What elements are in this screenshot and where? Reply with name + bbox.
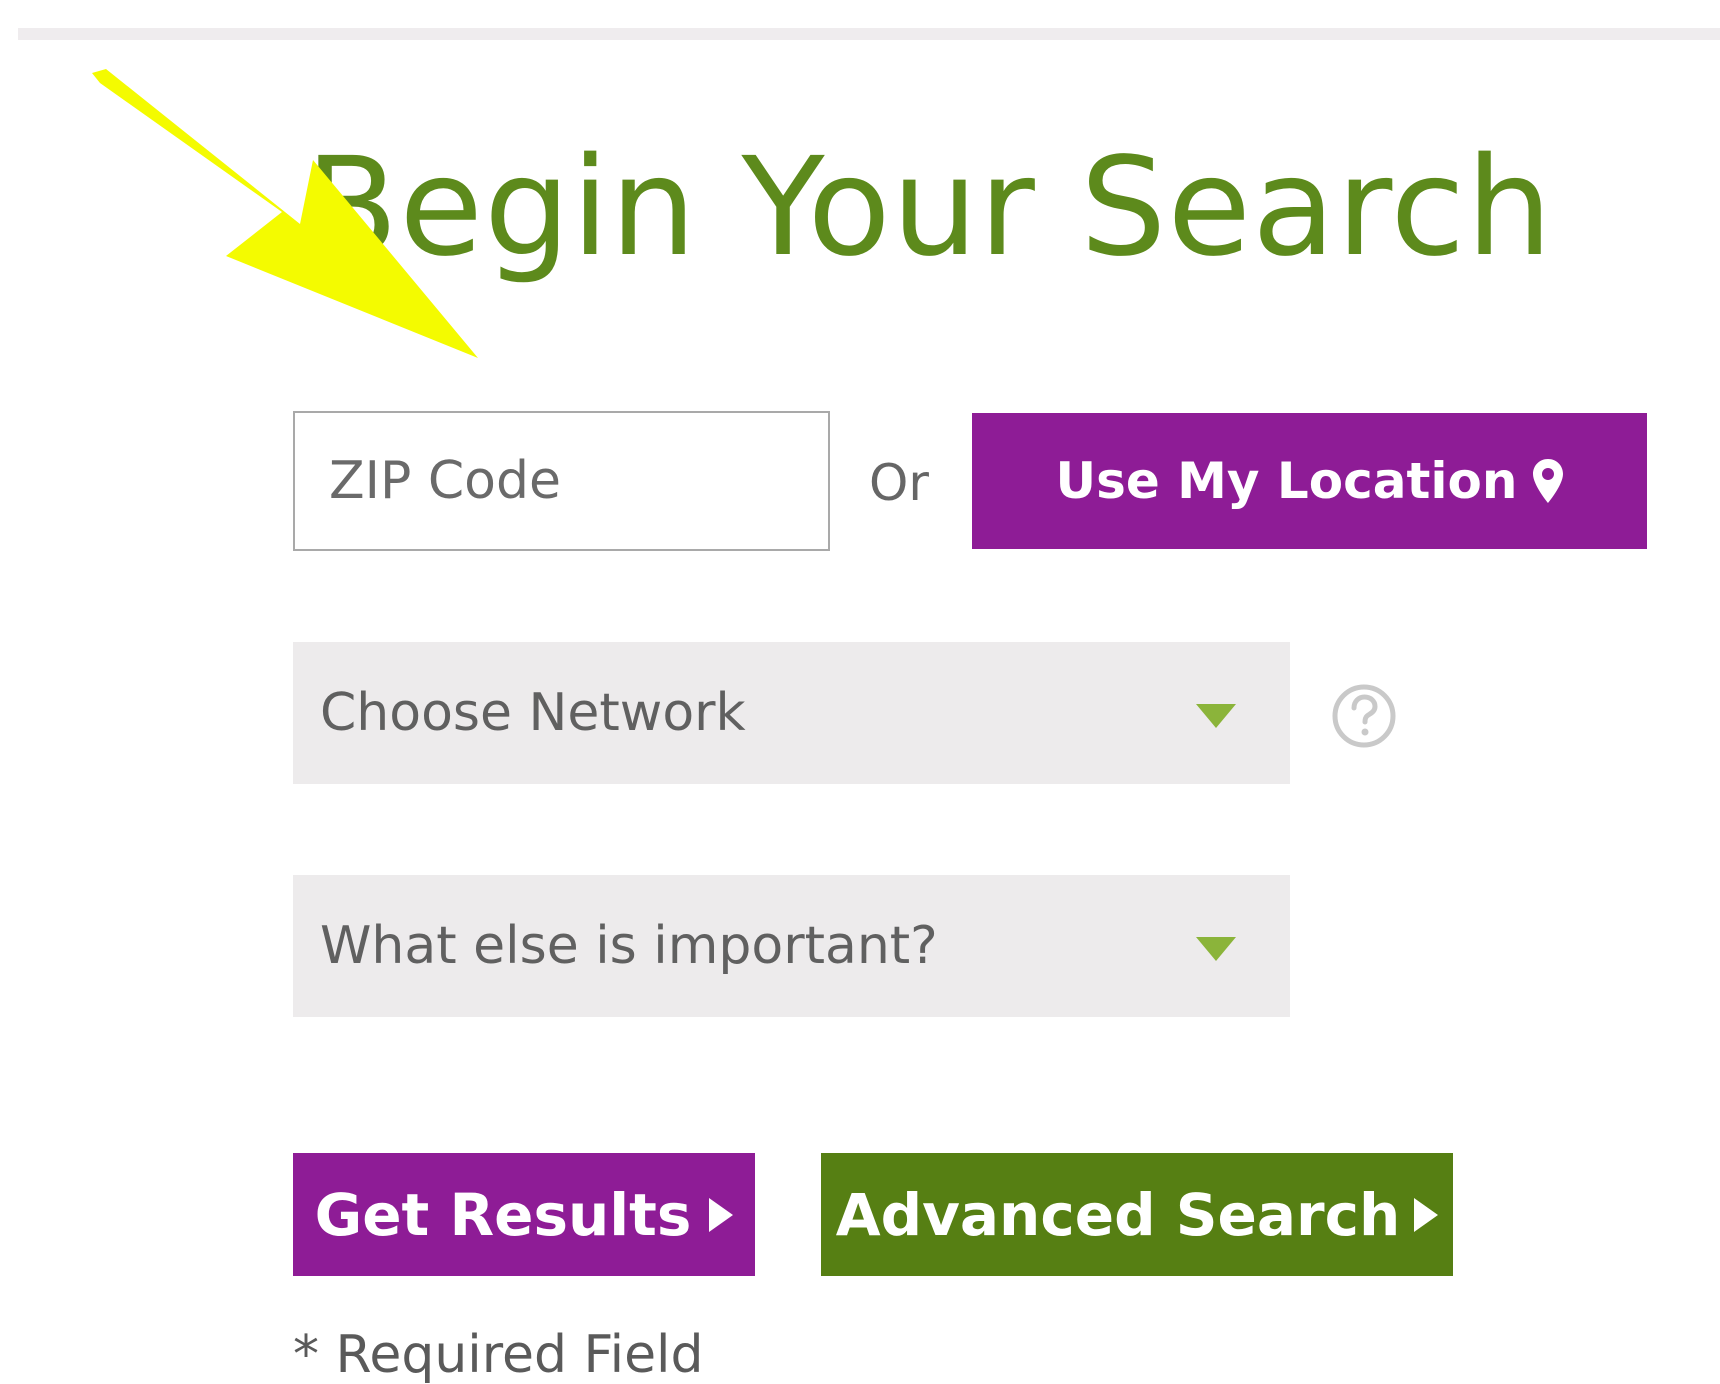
use-my-location-button[interactable]: Use My Location xyxy=(972,413,1647,549)
choose-network-label: Choose Network xyxy=(320,683,746,743)
chevron-down-icon xyxy=(1196,704,1236,728)
use-my-location-label: Use My Location xyxy=(1055,452,1518,510)
advanced-search-label: Advanced Search xyxy=(835,1180,1401,1249)
get-results-button[interactable]: Get Results xyxy=(293,1153,755,1276)
choose-network-select[interactable]: Choose Network xyxy=(293,642,1290,784)
top-divider xyxy=(18,28,1720,40)
zip-code-input[interactable] xyxy=(293,411,830,551)
what-else-important-select[interactable]: What else is important? xyxy=(293,875,1290,1017)
required-field-note: * Required Field xyxy=(293,1325,704,1384)
map-pin-icon xyxy=(1532,459,1563,503)
question-circle-icon[interactable] xyxy=(1330,682,1398,750)
what-else-important-label: What else is important? xyxy=(320,916,938,976)
get-results-label: Get Results xyxy=(314,1180,692,1249)
play-arrow-icon xyxy=(1414,1197,1439,1232)
chevron-down-icon xyxy=(1196,937,1236,961)
page-title: Begin Your Search xyxy=(305,129,1554,287)
advanced-search-button[interactable]: Advanced Search xyxy=(821,1153,1453,1276)
play-arrow-icon xyxy=(709,1197,734,1232)
or-separator: Or xyxy=(869,454,929,512)
